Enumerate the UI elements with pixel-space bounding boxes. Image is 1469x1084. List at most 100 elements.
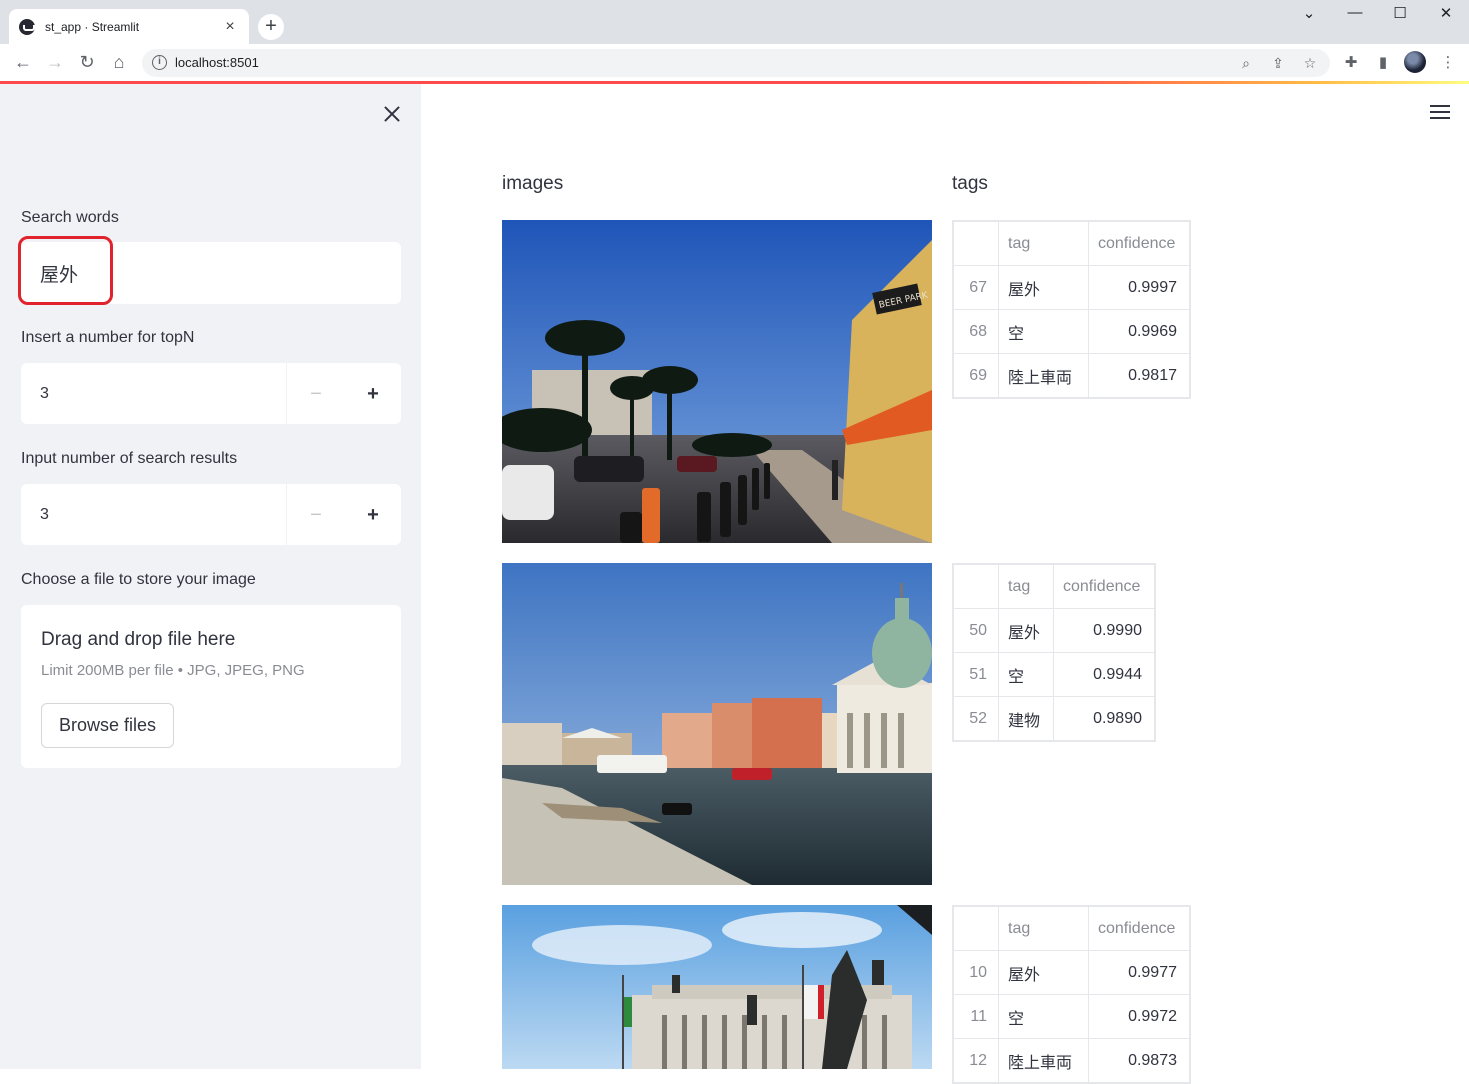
sidebar-close-icon[interactable] (380, 102, 404, 126)
tags-table-2: tag confidence 50 屋外 0.9990 51 空 0.9944 … (952, 563, 1156, 742)
streamlit-favicon-icon (19, 18, 35, 35)
maximize-icon[interactable]: ☐ (1378, 4, 1422, 24)
index-header (953, 221, 999, 266)
tag-cell: 屋外 (998, 265, 1089, 310)
images-header: images (502, 173, 564, 194)
topn-input[interactable] (21, 363, 286, 424)
row-index: 68 (953, 309, 999, 354)
tags-header: tags (952, 173, 988, 194)
browser-toolbar: ← → ↻ ⌂ i localhost:8501 ⌕ ⇪ ☆ ✚ ▮ ⋮ (0, 44, 1469, 81)
results-increment-button[interactable]: + (353, 500, 393, 530)
confidence-cell: 0.9990 (1053, 608, 1155, 653)
zoom-icon[interactable]: ⌕ (1236, 53, 1256, 73)
topn-decrement-button[interactable]: − (296, 379, 336, 409)
row-index: 69 (953, 353, 999, 398)
side-panel-icon[interactable]: ▮ (1372, 52, 1394, 74)
bookmark-star-icon[interactable]: ☆ (1300, 53, 1320, 73)
confidence-cell: 0.9969 (1088, 309, 1190, 354)
confidence-cell: 0.9873 (1088, 1038, 1190, 1083)
table-row: 11 空 0.9972 (953, 994, 1190, 1039)
tag-cell: 空 (998, 652, 1054, 697)
dropzone-title: Drag and drop file here (41, 629, 236, 650)
file-dropzone[interactable]: Drag and drop file here Limit 200MB per … (21, 605, 401, 768)
forward-icon[interactable]: → (43, 50, 67, 74)
tag-column-header: tag (998, 564, 1054, 609)
topn-increment-button[interactable]: + (353, 379, 393, 409)
search-words-label: Search words (21, 209, 119, 226)
browser-tab[interactable]: st_app · Streamlit × (9, 9, 249, 44)
share-icon[interactable]: ⇪ (1268, 53, 1288, 73)
file-upload-label: Choose a file to store your image (21, 571, 256, 588)
result-image-venice (502, 563, 932, 885)
new-tab-button[interactable]: + (258, 14, 284, 40)
row-index: 51 (953, 652, 999, 697)
index-header (953, 564, 999, 609)
result-image-rome (502, 905, 932, 1069)
topn-number-input: − + (21, 363, 401, 424)
window-close-icon[interactable]: ✕ (1424, 4, 1468, 24)
confidence-cell: 0.9817 (1088, 353, 1190, 398)
row-index: 12 (953, 1038, 999, 1083)
tag-column-header: tag (998, 221, 1089, 266)
confidence-cell: 0.9997 (1088, 265, 1190, 310)
confidence-cell: 0.9977 (1088, 950, 1190, 995)
annotation-highlight-box (18, 236, 113, 305)
table-row: 52 建物 0.9890 (953, 696, 1155, 741)
address-bar[interactable]: i localhost:8501 ⌕ ⇪ ☆ (142, 49, 1330, 77)
tag-column-header: tag (998, 906, 1089, 951)
table-row: 67 屋外 0.9997 (953, 265, 1190, 310)
tag-cell: 陸上車両 (998, 353, 1089, 398)
extensions-puzzle-icon[interactable]: ✚ (1340, 52, 1362, 74)
table-row: 10 屋外 0.9977 (953, 950, 1190, 995)
dropzone-limit: Limit 200MB per file • JPG, JPEG, PNG (41, 662, 305, 679)
sidebar: Search words Insert a number for topN − … (0, 84, 421, 1069)
tag-cell: 屋外 (998, 608, 1054, 653)
tag-cell: 建物 (998, 696, 1054, 741)
minimize-icon[interactable]: — (1333, 4, 1377, 24)
confidence-column-header: confidence (1053, 564, 1155, 609)
results-count-label: Input number of search results (21, 450, 238, 467)
row-index: 52 (953, 696, 999, 741)
browser-titlebar: st_app · Streamlit × + ⌄ — ☐ ✕ (0, 0, 1469, 44)
tag-cell: 陸上車両 (998, 1038, 1089, 1083)
tag-cell: 空 (998, 309, 1089, 354)
row-index: 10 (953, 950, 999, 995)
row-index: 67 (953, 265, 999, 310)
browser-menu-icon[interactable]: ⋮ (1437, 52, 1459, 74)
results-input[interactable] (21, 484, 286, 545)
confidence-cell: 0.9890 (1053, 696, 1155, 741)
topn-label: Insert a number for topN (21, 329, 195, 346)
tag-cell: 空 (998, 994, 1089, 1039)
tab-close-icon[interactable]: × (221, 18, 239, 36)
confidence-column-header: confidence (1088, 221, 1190, 266)
stepper-divider (286, 363, 287, 424)
tags-table-1: tag confidence 67 屋外 0.9997 68 空 0.9969 … (952, 220, 1191, 399)
site-info-icon[interactable]: i (152, 55, 167, 70)
result-image-las-vegas: BEER PARK (502, 220, 932, 543)
results-number-input: − + (21, 484, 401, 545)
reload-icon[interactable]: ↻ (75, 50, 99, 74)
stepper-divider (286, 484, 287, 545)
tags-table-3: tag confidence 10 屋外 0.9977 11 空 0.9972 … (952, 905, 1191, 1084)
confidence-column-header: confidence (1088, 906, 1190, 951)
table-row: 69 陸上車両 0.9817 (953, 353, 1190, 398)
table-row: 51 空 0.9944 (953, 652, 1155, 697)
browse-files-button[interactable]: Browse files (41, 703, 174, 748)
tab-title: st_app · Streamlit (45, 19, 140, 34)
table-row: 12 陸上車両 0.9873 (953, 1038, 1190, 1083)
index-header (953, 906, 999, 951)
table-row: 50 屋外 0.9990 (953, 608, 1155, 653)
back-icon[interactable]: ← (11, 50, 35, 74)
url-text: localhost:8501 (175, 55, 259, 70)
home-icon[interactable]: ⌂ (107, 50, 131, 74)
row-index: 11 (953, 994, 999, 1039)
profile-avatar[interactable] (1404, 51, 1426, 73)
row-index: 50 (953, 608, 999, 653)
results-decrement-button[interactable]: − (296, 500, 336, 530)
tag-cell: 屋外 (998, 950, 1089, 995)
table-row: 68 空 0.9969 (953, 309, 1190, 354)
tab-search-icon[interactable]: ⌄ (1287, 4, 1331, 24)
confidence-cell: 0.9972 (1088, 994, 1190, 1039)
confidence-cell: 0.9944 (1053, 652, 1155, 697)
main-menu-icon[interactable] (1430, 105, 1450, 121)
